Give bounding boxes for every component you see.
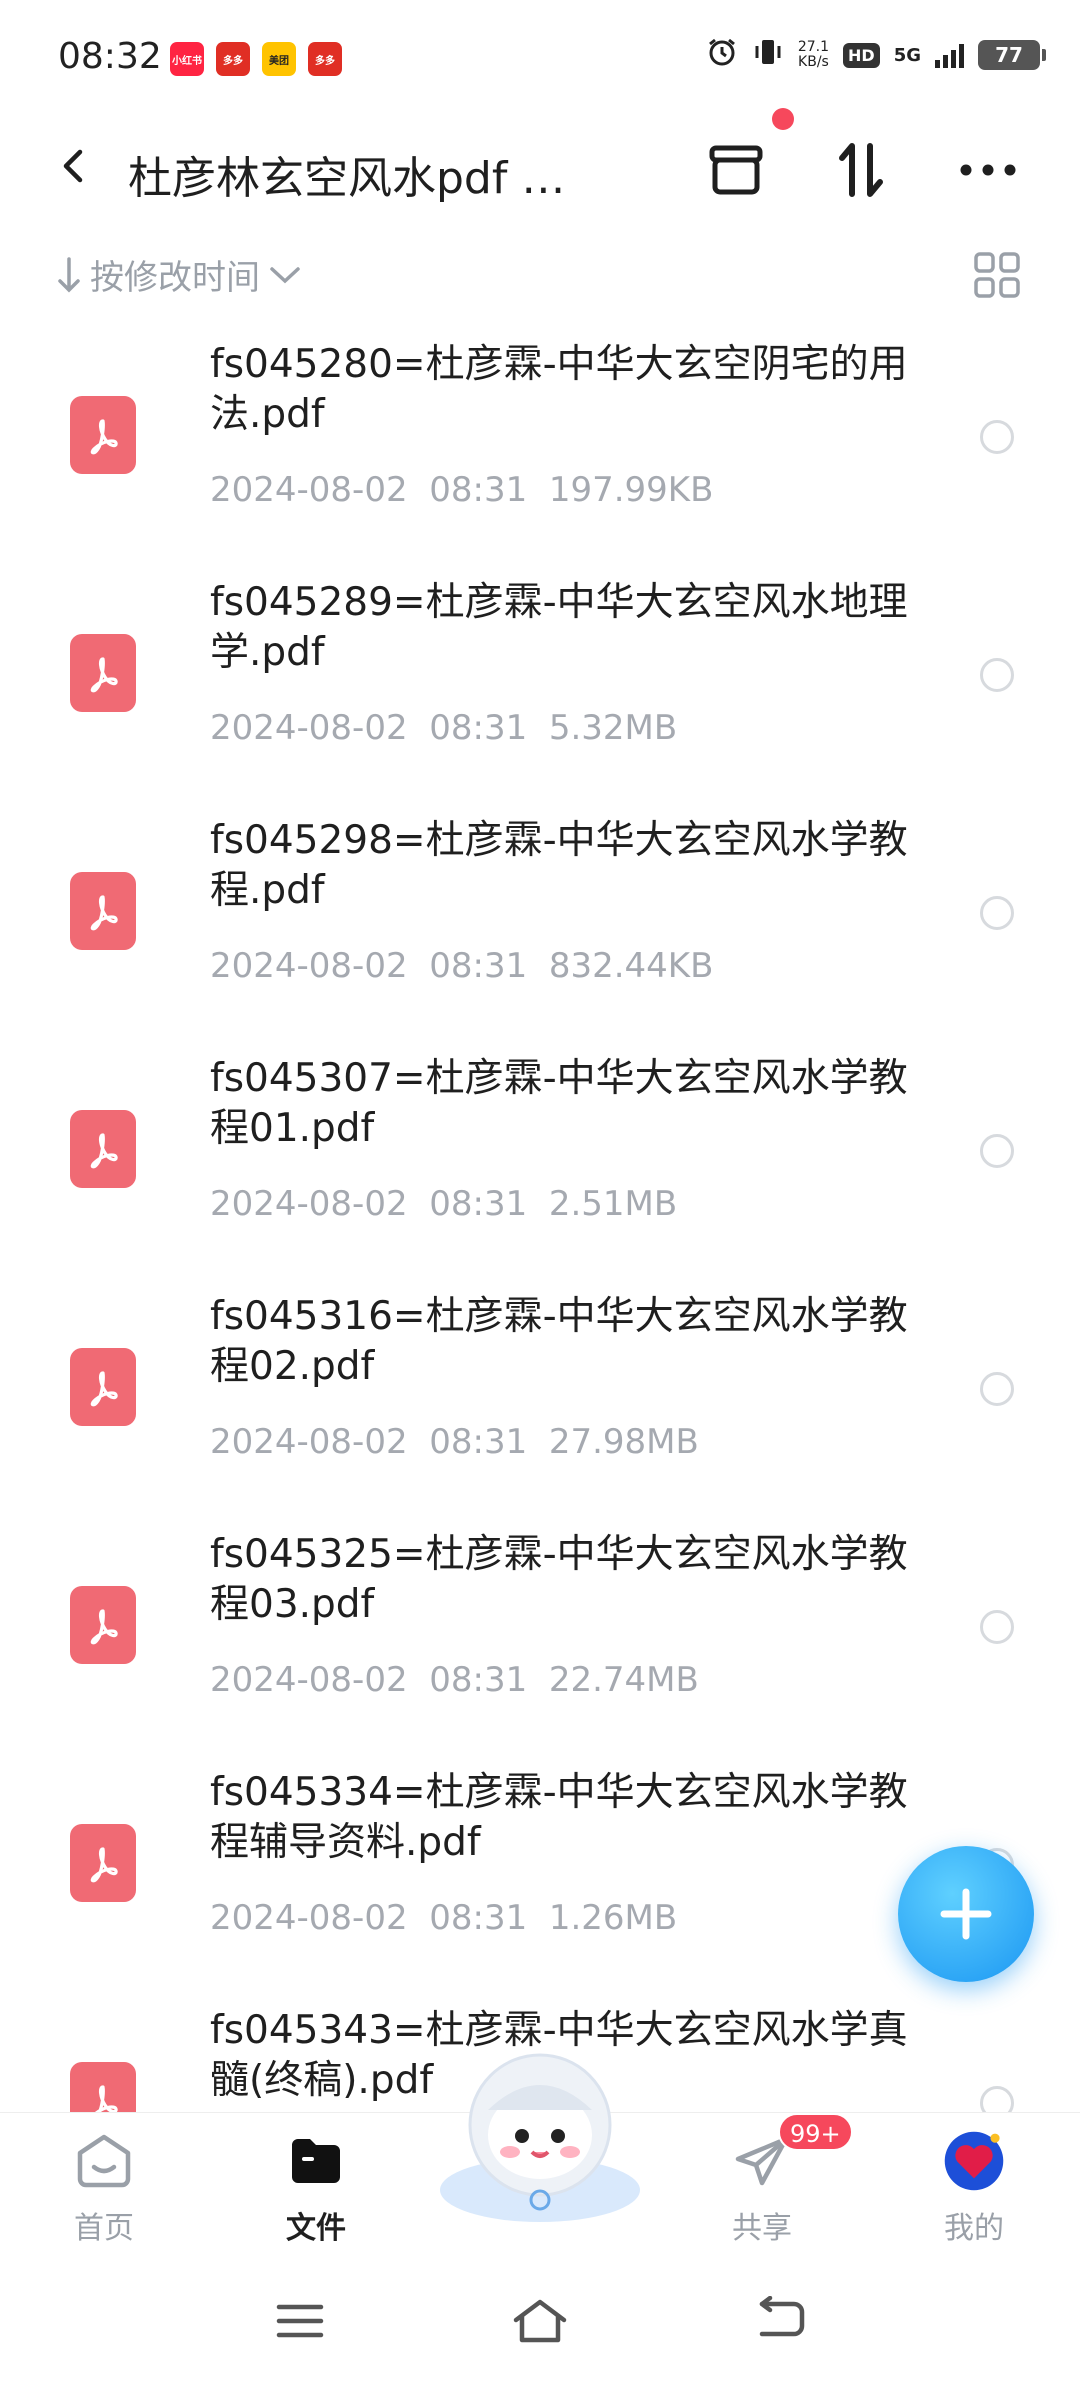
file-item[interactable]: fs045316=杜彦霖-中华大玄空风水学教程02.pdf 2024-08-02…: [0, 1292, 1080, 1530]
meituan-badge: 美团: [262, 42, 296, 76]
pdf-file-icon: [70, 1348, 136, 1426]
select-checkbox[interactable]: [980, 1134, 1014, 1168]
file-meta: 2024-08-02 08:31 832.44KB: [210, 946, 714, 986]
file-meta: 2024-08-02 08:31 2.51MB: [210, 1184, 678, 1224]
more-icon: [960, 164, 1016, 176]
file-item[interactable]: fs045298=杜彦霖-中华大玄空风水学教程.pdf 2024-08-02 0…: [0, 816, 1080, 1054]
grid-view-button[interactable]: [972, 250, 1022, 300]
signal-icon: [935, 42, 964, 68]
menu-icon: [276, 2304, 324, 2338]
mascot-button[interactable]: [430, 2040, 650, 2230]
notification-app-badges: 小红书 多多 美团 多多: [170, 42, 342, 76]
file-meta: 2024-08-02 08:31 197.99KB: [210, 470, 714, 510]
pdf-file-icon: [70, 2062, 136, 2112]
nav-home-label: 首页: [74, 2211, 134, 2246]
status-time: 08:32: [58, 36, 162, 77]
archive-box-icon: [709, 145, 763, 195]
add-button[interactable]: [898, 1846, 1034, 1982]
more-button[interactable]: [952, 134, 1024, 206]
nav-mine-label: 我的: [944, 2211, 1004, 2246]
select-checkbox[interactable]: [980, 658, 1014, 692]
system-nav-bar: [0, 2246, 1080, 2400]
home-button[interactable]: [500, 2286, 580, 2356]
arrow-down-icon: [58, 256, 80, 292]
sort-button[interactable]: [826, 134, 898, 206]
sort-row: 按修改时间: [0, 240, 1080, 310]
file-name: fs045325=杜彦霖-中华大玄空风水学教程03.pdf: [210, 1532, 908, 1627]
back-button[interactable]: [44, 136, 104, 196]
folder-icon: [284, 2129, 348, 2193]
avatar-icon: [942, 2129, 1006, 2193]
plus-icon: [940, 1888, 992, 1940]
pdf-file-icon: [70, 1110, 136, 1188]
file-name: fs045307=杜彦霖-中华大玄空风水学教程01.pdf: [210, 1056, 908, 1151]
return-icon: [759, 2296, 805, 2337]
status-indicators: 27.1 KB/s HD 5G 77: [706, 36, 1046, 74]
select-checkbox[interactable]: [980, 2086, 1014, 2112]
nav-share[interactable]: 99+ 共享: [692, 2113, 853, 2247]
notification-dot: [772, 108, 794, 130]
pdf-file-icon: [70, 1586, 136, 1664]
net-speed: 27.1 KB/s: [797, 39, 830, 70]
sort-label: 按修改时间: [90, 258, 260, 298]
file-item[interactable]: fs045280=杜彦霖-中华大玄空阴宅的用法.pdf 2024-08-02 0…: [0, 340, 1080, 578]
vibrate-icon: [752, 36, 784, 74]
home-icon: [72, 2129, 136, 2193]
header: 杜彦林玄空风水pdf …: [0, 120, 1080, 220]
chevron-down-icon: [270, 266, 300, 283]
nav-files[interactable]: 文件: [246, 2113, 386, 2247]
archive-button[interactable]: [700, 134, 772, 206]
select-checkbox[interactable]: [980, 896, 1014, 930]
home-outline-icon: [513, 2299, 567, 2343]
nav-home[interactable]: 首页: [34, 2113, 174, 2247]
mascot-icon: [440, 2053, 640, 2222]
file-item[interactable]: fs045307=杜彦霖-中华大玄空风水学教程01.pdf 2024-08-02…: [0, 1054, 1080, 1292]
grid-view-icon: [974, 252, 1020, 298]
file-name: fs045334=杜彦霖-中华大玄空风水学教程辅导资料.pdf: [210, 1770, 908, 1865]
select-checkbox[interactable]: [980, 420, 1014, 454]
file-list: fs045280=杜彦霖-中华大玄空阴宅的用法.pdf 2024-08-02 0…: [0, 340, 1080, 2112]
sort-icon: [839, 143, 883, 197]
file-name: fs045280=杜彦霖-中华大玄空阴宅的用法.pdf: [210, 342, 908, 437]
nav-mine[interactable]: 我的: [904, 2113, 1044, 2247]
status-bar: 08:32 小红书 多多 美团 多多 27.1 KB/s HD 5G 77: [0, 0, 1080, 120]
battery-icon: 77: [978, 40, 1046, 70]
recent-apps-button[interactable]: [260, 2286, 340, 2356]
pdf-file-icon: [70, 396, 136, 474]
back-arrow-icon: [63, 149, 83, 183]
file-meta: 2024-08-02 08:31 27.98MB: [210, 1422, 699, 1462]
file-name: fs045316=杜彦霖-中华大玄空风水学教程02.pdf: [210, 1294, 908, 1389]
file-meta: 2024-08-02 08:31 5.32MB: [210, 708, 678, 748]
pinduoduo-badge: 多多: [216, 42, 250, 76]
file-item[interactable]: fs045325=杜彦霖-中华大玄空风水学教程03.pdf 2024-08-02…: [0, 1530, 1080, 1768]
file-name: fs045289=杜彦霖-中华大玄空风水地理学.pdf: [210, 580, 908, 675]
page-title: 杜彦林玄空风水pdf …: [128, 153, 566, 204]
pinduoduo-badge: 多多: [308, 42, 342, 76]
nav-share-label: 共享: [732, 2211, 792, 2246]
hd-badge: HD: [843, 42, 880, 68]
select-checkbox[interactable]: [980, 1610, 1014, 1644]
pdf-file-icon: [70, 634, 136, 712]
file-meta: 2024-08-02 08:31 22.74MB: [210, 1660, 699, 1700]
network-type: 5G: [893, 44, 921, 66]
system-back-button[interactable]: [740, 2286, 820, 2356]
xiaohongshu-badge: 小红书: [170, 42, 204, 76]
pdf-file-icon: [70, 872, 136, 950]
alarm-icon: [706, 36, 738, 74]
select-checkbox[interactable]: [980, 1372, 1014, 1406]
file-name: fs045298=杜彦霖-中华大玄空风水学教程.pdf: [210, 818, 908, 913]
file-meta: 2024-08-02 08:31 1.26MB: [210, 1898, 678, 1938]
file-item[interactable]: fs045289=杜彦霖-中华大玄空风水地理学.pdf 2024-08-02 0…: [0, 578, 1080, 816]
share-count-badge: 99+: [778, 2113, 853, 2151]
nav-files-label: 文件: [286, 2211, 346, 2246]
pdf-file-icon: [70, 1824, 136, 1902]
sort-by-modified-dropdown[interactable]: 按修改时间: [56, 250, 302, 299]
